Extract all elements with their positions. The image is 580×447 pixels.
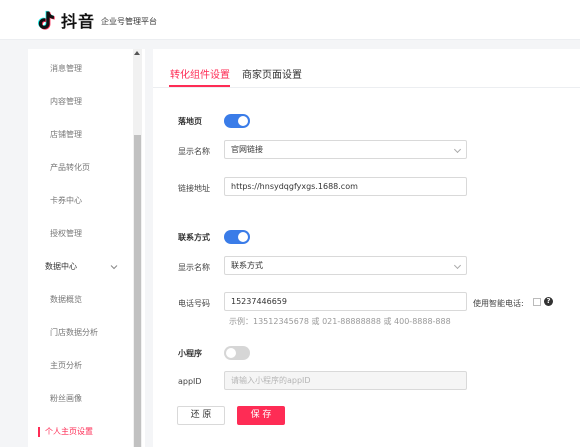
appid-input[interactable]: 请输入小程序的appID xyxy=(224,371,467,390)
brand-name: 抖音 xyxy=(61,11,96,31)
top-header: 抖音 企业号管理平台 xyxy=(0,0,580,40)
phone-format-hint: 示例：13512345678 或 021-88888888 或 400-8888… xyxy=(229,317,451,326)
sidebar-item-homepage-analytics[interactable]: 主页分析 xyxy=(28,349,145,382)
landing-display-name-label: 显示名称 xyxy=(178,147,210,156)
tab-bar: 转化组件设置 商家页面设置 xyxy=(153,49,580,88)
select-value: 官网链接 xyxy=(231,145,263,154)
toggle-knob xyxy=(238,232,248,242)
sidebar-group-label: 数据中心 xyxy=(45,262,77,271)
scroll-up-arrow-icon[interactable] xyxy=(134,51,140,55)
sidebar-item-fan-profile[interactable]: 粉丝画像 xyxy=(28,382,145,415)
active-tab-indicator xyxy=(169,85,230,87)
sidebar-item-data-overview[interactable]: 数据概览 xyxy=(28,283,145,316)
chevron-down-icon xyxy=(453,261,462,270)
sidebar-item-authorization[interactable]: 授权管理 xyxy=(28,217,145,250)
miniprogram-section-title: 小程序 xyxy=(178,349,202,358)
smart-call-checkbox[interactable] xyxy=(533,298,541,306)
landing-display-name-select[interactable]: 官网链接 xyxy=(224,140,467,159)
contact-toggle[interactable] xyxy=(224,230,250,244)
appid-label: appID xyxy=(178,377,202,386)
sidebar-item-coupons[interactable]: 卡券中心 xyxy=(28,184,145,217)
landing-section-title: 落地页 xyxy=(178,117,202,126)
phone-label: 电话号码 xyxy=(178,299,210,308)
sidebar-item-store-analytics[interactable]: 门店数据分析 xyxy=(28,316,145,349)
sidebar-item-product-page[interactable]: 产品转化页 xyxy=(28,151,145,184)
contact-display-name-label: 显示名称 xyxy=(178,263,210,272)
landing-url-input[interactable]: https://hnsydqgfyxgs.1688.com xyxy=(224,177,467,196)
tab-conversion-components[interactable]: 转化组件设置 xyxy=(170,66,230,81)
chevron-down-icon xyxy=(110,250,118,283)
scrollbar-thumb[interactable] xyxy=(134,135,141,447)
sidebar-scrollbar[interactable] xyxy=(133,49,142,447)
contact-section-title: 联系方式 xyxy=(178,233,210,242)
sidebar-item-content[interactable]: 内容管理 xyxy=(28,85,145,118)
toggle-knob xyxy=(226,348,236,358)
save-button[interactable]: 保 存 xyxy=(237,406,285,425)
sidebar-item-profile-settings[interactable]: 个人主页设置 xyxy=(28,415,145,447)
tiktok-logo-icon xyxy=(36,9,58,31)
select-value: 联系方式 xyxy=(231,261,263,270)
main-panel: 转化组件设置 商家页面设置 落地页 显示名称 官网链接 链接地址 https:/… xyxy=(153,49,580,447)
sidebar-item-store[interactable]: 店铺管理 xyxy=(28,118,145,151)
smart-call-label: 使用智能电话: xyxy=(473,299,524,308)
landing-toggle[interactable] xyxy=(224,114,250,128)
brand-subtitle: 企业号管理平台 xyxy=(101,17,158,26)
toggle-knob xyxy=(238,116,248,126)
tab-merchant-page[interactable]: 商家页面设置 xyxy=(242,66,302,81)
sidebar: 消息管理 内容管理 店铺管理 产品转化页 卡券中心 授权管理 数据中心 数据概览… xyxy=(28,49,145,447)
sidebar-group-data-center[interactable]: 数据中心 xyxy=(28,250,145,283)
phone-input[interactable]: 15237446659 xyxy=(224,292,467,311)
reset-button[interactable]: 还 原 xyxy=(177,406,225,425)
chevron-down-icon xyxy=(453,145,462,154)
landing-url-label: 链接地址 xyxy=(178,184,210,193)
help-icon[interactable]: ? xyxy=(544,297,553,306)
sidebar-item-messages[interactable]: 消息管理 xyxy=(28,52,145,85)
miniprogram-toggle[interactable] xyxy=(224,346,250,360)
contact-display-name-select[interactable]: 联系方式 xyxy=(224,256,467,275)
